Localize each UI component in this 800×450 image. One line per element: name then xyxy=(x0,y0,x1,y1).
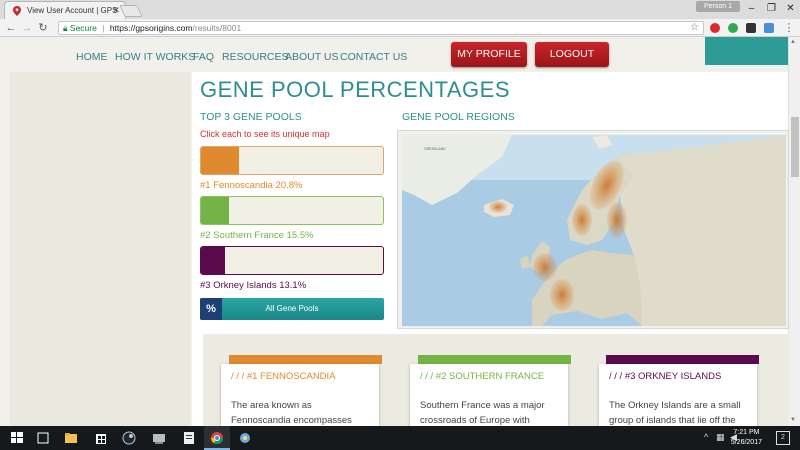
page-scrollbar[interactable]: ▲ ▼ xyxy=(788,37,800,426)
all-gene-pools-label: All Gene Pools xyxy=(265,304,319,313)
nav-about-us[interactable]: ABOUT US xyxy=(285,51,338,63)
pinned-app-icon[interactable] xyxy=(232,426,258,450)
nav-how-it-works[interactable]: HOW IT WORKS xyxy=(115,51,195,63)
pinterest-icon[interactable] xyxy=(710,23,720,33)
card-text-fennoscandia: The area known as Fennoscandia encompass… xyxy=(231,400,352,426)
card-title-southern-france: / / / #2 SOUTHERN FRANCE xyxy=(420,371,545,382)
heat-british-isles xyxy=(533,253,557,281)
gene-pool-fill-fennoscandia xyxy=(201,147,239,174)
tab-title: View User Account | GPS xyxy=(27,6,118,15)
gene-pool-fill-orkney-islands xyxy=(201,247,225,274)
notification-count: 2 xyxy=(781,434,785,441)
document-app-icon[interactable] xyxy=(176,426,202,450)
chrome-icon[interactable] xyxy=(204,426,230,450)
heat-finland xyxy=(607,202,627,238)
card-accent-fennoscandia xyxy=(229,355,382,364)
nav-faq[interactable]: FAQ xyxy=(193,51,214,63)
heat-iceland xyxy=(489,201,507,213)
url-host: https://gpsorigins.com xyxy=(109,23,193,33)
task-view-icon[interactable] xyxy=(30,426,56,450)
all-gene-pools-button[interactable]: % All Gene Pools xyxy=(200,298,384,320)
heat-norway xyxy=(572,204,592,236)
extension-green-icon[interactable] xyxy=(728,23,738,33)
gene-pool-bar-orkney-islands[interactable] xyxy=(200,246,384,275)
card-text-southern-france: Southern France was a major crossroads o… xyxy=(420,400,545,426)
back-icon[interactable]: ← xyxy=(4,20,18,36)
browser-tab-bar: View User Account | GPS ✕ Person 1 – ❐ ✕ xyxy=(0,0,800,19)
card-title-orkney-islands: / / / #3 ORKNEY ISLANDS xyxy=(609,371,722,382)
gene-pool-map[interactable]: GREENLAND xyxy=(397,130,789,329)
gene-pool-label-fennoscandia[interactable]: #1 Fennoscandia 20.8% xyxy=(200,180,302,191)
url-path: /results/8001 xyxy=(192,23,242,33)
nav-resources[interactable]: RESOURCES xyxy=(222,51,289,63)
scroll-up-icon[interactable]: ▲ xyxy=(790,39,796,45)
browser-tab[interactable]: View User Account | GPS ✕ xyxy=(4,1,126,19)
logout-button[interactable]: LOGOUT xyxy=(535,42,609,67)
store-icon[interactable] xyxy=(88,426,114,450)
greenland-label: GREENLAND xyxy=(424,147,446,151)
notification-center-icon[interactable]: 2 xyxy=(776,431,790,445)
card-fennoscandia[interactable]: / / / #1 FENNOSCANDIA The area known as … xyxy=(221,364,379,426)
browser-toolbar: ← → ↻ 🔒︎ Secure | https://gpsorigins.com… xyxy=(0,19,800,37)
card-title-fennoscandia: / / / #1 FENNOSCANDIA xyxy=(231,371,336,382)
gene-pool-label-orkney-islands[interactable]: #3 Orkney Islands 13.1% xyxy=(200,280,306,291)
scroll-thumb[interactable] xyxy=(791,117,799,177)
menu-icon[interactable]: ⋮ xyxy=(782,20,796,36)
gene-pool-fill-southern-france xyxy=(201,197,230,224)
bookmark-star-icon[interactable]: ☆ xyxy=(690,22,699,34)
map-hint-text: Click each to see its unique map xyxy=(200,129,330,139)
gene-pool-bar-southern-france[interactable] xyxy=(200,196,384,225)
my-profile-button[interactable]: MY PROFILE xyxy=(451,42,527,67)
minimize-icon[interactable]: – xyxy=(742,0,761,19)
tray-expand-icon[interactable]: ^ xyxy=(704,432,708,442)
clock-date: 5/26/2017 xyxy=(730,439,762,446)
secure-label: Secure xyxy=(69,23,97,33)
gene-pool-regions-heading: GENE POOL REGIONS xyxy=(402,111,515,123)
network-icon[interactable]: ▦ xyxy=(716,432,725,443)
close-tab-icon[interactable]: ✕ xyxy=(112,5,120,16)
close-window-icon[interactable]: ✕ xyxy=(781,0,800,19)
card-accent-southern-france xyxy=(418,355,571,364)
page-title: GENE POOL PERCENTAGES xyxy=(200,77,511,102)
card-accent-orkney-islands xyxy=(606,355,759,364)
forward-icon[interactable]: → xyxy=(20,20,34,36)
network-drive-icon[interactable] xyxy=(146,426,172,450)
windows-start-icon[interactable] xyxy=(4,426,30,450)
nav-home[interactable]: HOME xyxy=(76,51,108,63)
reload-icon[interactable]: ↻ xyxy=(36,20,50,36)
layers-icon[interactable] xyxy=(746,23,756,33)
clock-time: 7:21 PM xyxy=(733,429,760,436)
windows-taskbar: ^ ▦ ◀ 7:21 PM 5/26/2017 2 xyxy=(0,426,800,450)
address-bar[interactable]: 🔒︎ Secure | https://gpsorigins.com/resul… xyxy=(58,21,704,35)
card-orkney-islands[interactable]: / / / #3 ORKNEY ISLANDS The Orkney Islan… xyxy=(599,364,757,426)
percent-icon: % xyxy=(200,298,222,320)
system-clock[interactable]: 7:21 PM 5/26/2017 xyxy=(731,428,762,448)
location-pin-icon xyxy=(13,6,21,16)
gene-pool-label-southern-france[interactable]: #2 Southern France 15.5% xyxy=(200,230,314,241)
europe-map[interactable]: GREENLAND xyxy=(402,135,786,326)
heat-france xyxy=(550,279,574,311)
header-accent-block xyxy=(705,37,788,65)
extension-blue-icon[interactable] xyxy=(764,23,774,33)
card-southern-france[interactable]: / / / #2 SOUTHERN FRANCE Southern France… xyxy=(410,364,568,426)
lock-icon: 🔒︎ xyxy=(63,23,68,33)
top-gene-pools-heading: TOP 3 GENE POOLS xyxy=(200,111,302,123)
left-sidebar xyxy=(10,72,190,426)
russia-landmass xyxy=(617,135,786,326)
url-separator: | xyxy=(102,23,105,33)
gene-pool-bar-fennoscandia[interactable] xyxy=(200,146,384,175)
restore-icon[interactable]: ❐ xyxy=(762,0,781,19)
card-text-orkney-islands: The Orkney Islands are a small group of … xyxy=(609,400,741,426)
scroll-down-icon[interactable]: ▼ xyxy=(790,417,796,423)
nav-contact-us[interactable]: CONTACT US xyxy=(340,51,407,63)
profile-button[interactable]: Person 1 xyxy=(696,1,740,12)
steam-icon[interactable] xyxy=(116,426,142,450)
file-explorer-icon[interactable] xyxy=(58,426,84,450)
